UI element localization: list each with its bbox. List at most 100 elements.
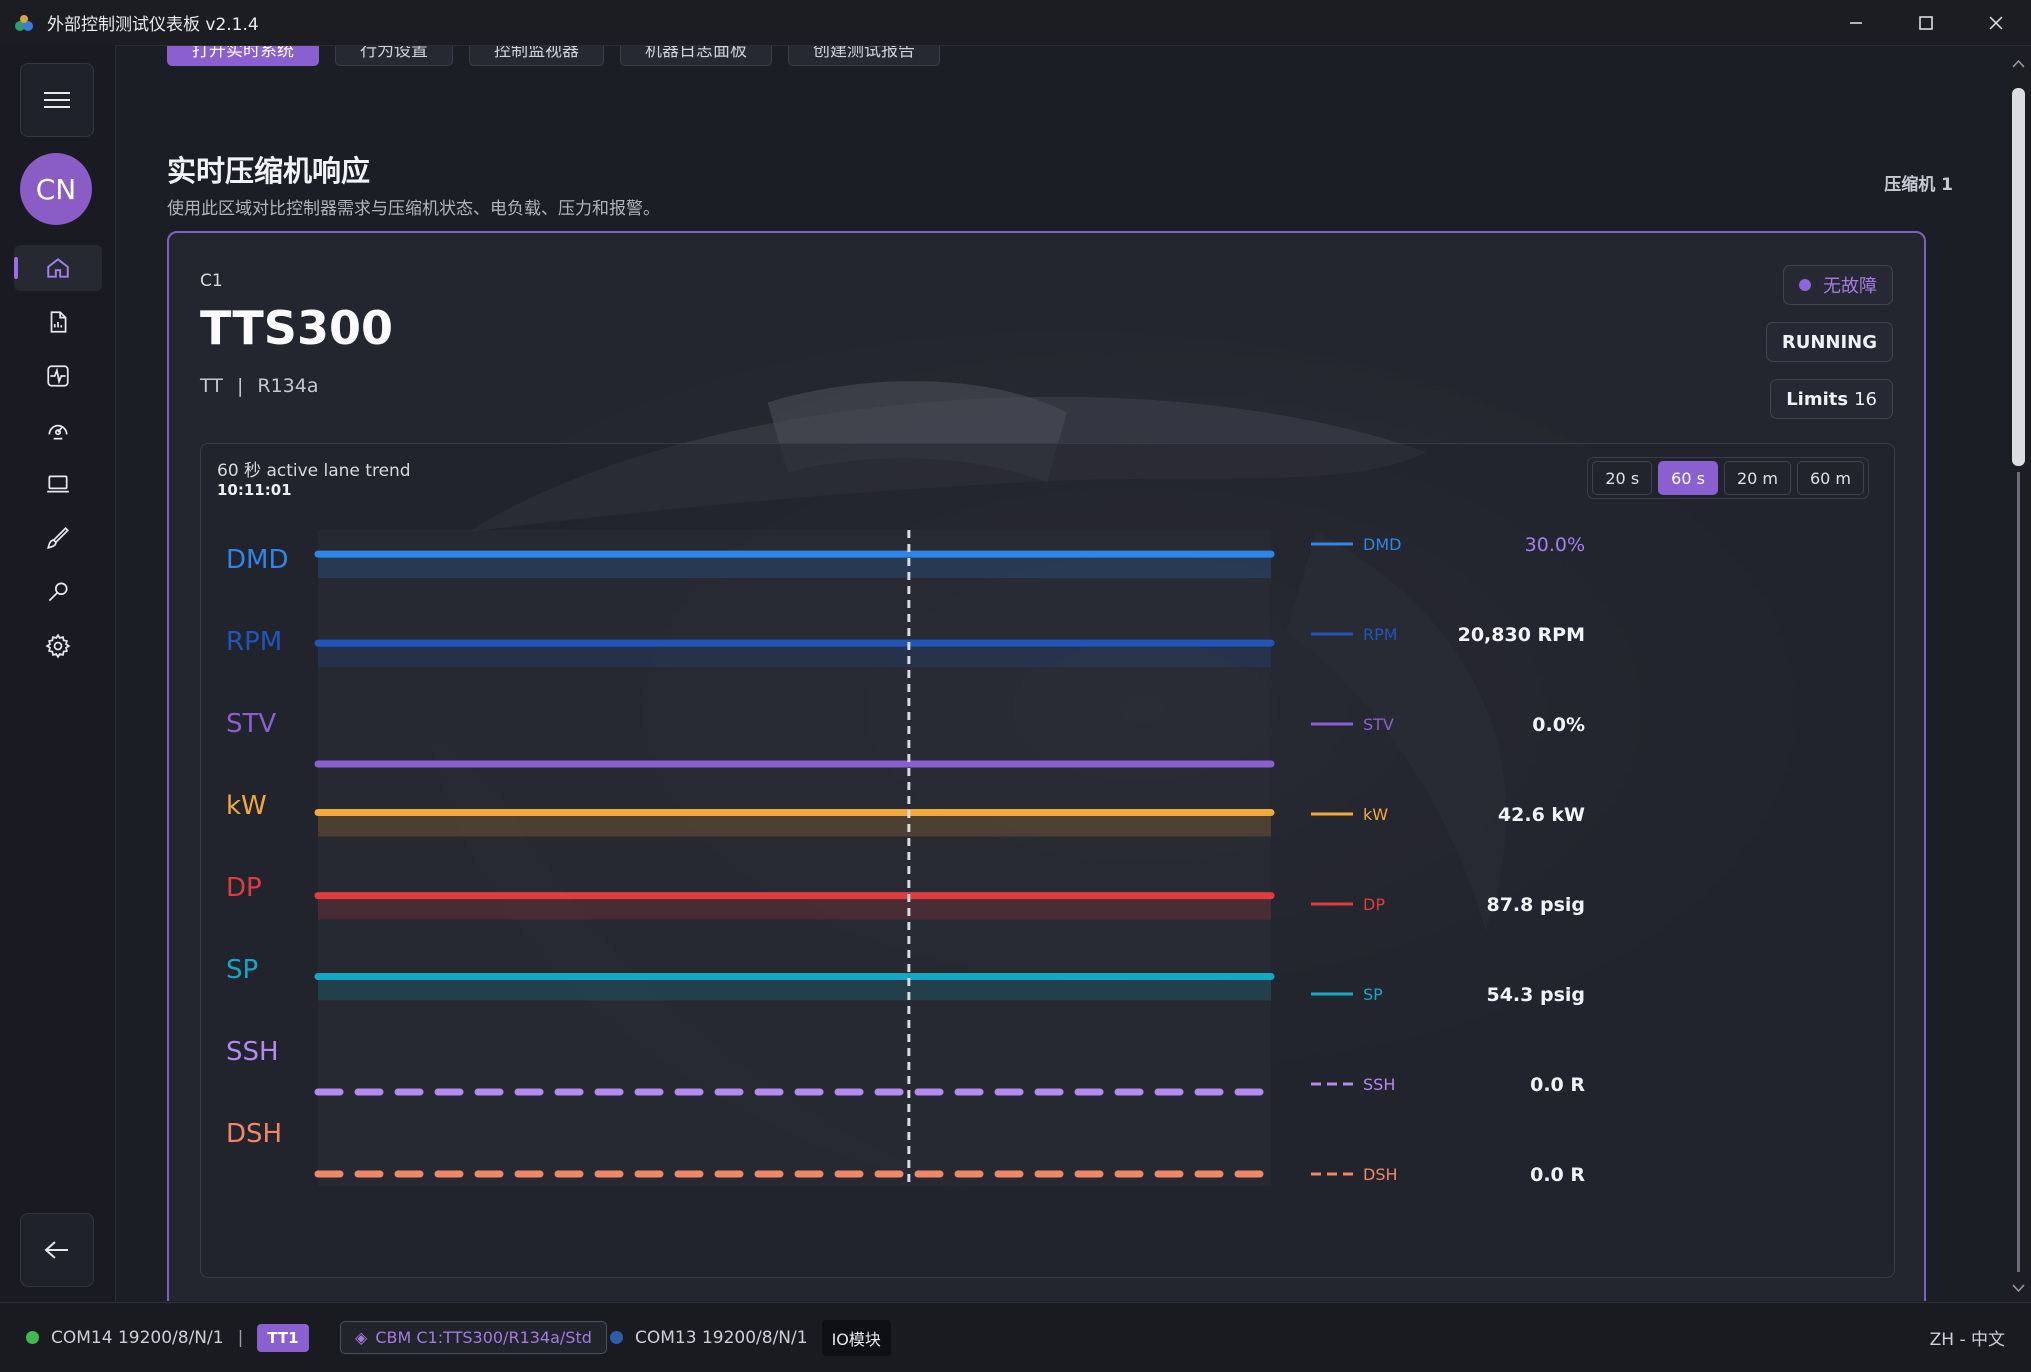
limits-label: Limits — [1786, 388, 1849, 410]
compressor-label: 压缩机 1 — [1884, 175, 1953, 195]
run-state-badge: RUNNING — [1765, 322, 1893, 362]
vertical-scrollbar[interactable] — [2006, 46, 2031, 1301]
main-content: 打开实时系统 行为设置 控制监视器 机器日志面板 创建测试报告 实时压缩机响应 … — [116, 46, 2006, 1301]
wrench-icon — [48, 582, 68, 602]
arrow-left-icon — [44, 1241, 68, 1259]
language-selector[interactable]: ZH - 中文 — [1930, 1303, 2005, 1372]
cbm-status: ◈ CBM C1:TTS300/R134a/Std — [340, 1303, 607, 1372]
port2-label: COM13 19200/8/N/1 — [635, 1327, 808, 1348]
legend-label-stv: STV — [1363, 715, 1394, 734]
create-report-button[interactable]: 创建测试报告 — [788, 46, 940, 66]
legend-label-dmd: DMD — [1363, 535, 1401, 554]
machine-log-button[interactable]: 机器日志面板 — [620, 46, 772, 66]
lane-label-rpm: RPM — [226, 627, 282, 657]
minimize-icon — [1850, 21, 1862, 24]
lane-trend-chart: DMD DMD 30.0% RPM RPM 20,830 RPM STV STV 0.0% kW k… — [226, 530, 1585, 1188]
open-realtime-button[interactable]: 打开实时系统 — [167, 46, 319, 66]
series-band-rpm — [318, 643, 1271, 668]
window-title: 外部控制测试仪表板 v2.1.4 — [47, 15, 259, 35]
scrollbar-track — [2017, 472, 2020, 1272]
activity-icon — [47, 365, 69, 387]
status-separator: | — [237, 1327, 244, 1348]
sidebar-item-settings[interactable] — [14, 623, 102, 669]
legend-label-ssh: SSH — [1363, 1075, 1395, 1094]
minimize-button[interactable] — [1821, 0, 1891, 45]
compressor-card: C1 TTS300 TT | R134a 无故障 RUNNING Limits … — [167, 231, 1926, 1301]
legend-label-dsh: DSH — [1363, 1165, 1398, 1184]
series-band-dmd — [318, 554, 1271, 579]
sidebar-item-gauge[interactable] — [14, 407, 102, 453]
tt1-badge[interactable]: TT1 — [257, 1323, 309, 1352]
lane-label-dsh: DSH — [226, 1119, 282, 1149]
legend-label-sp: SP — [1363, 985, 1383, 1004]
fault-status-label: 无故障 — [1823, 276, 1877, 297]
model-subtitle: TT | R134a — [200, 375, 319, 397]
io-module-badge[interactable]: IO模块 — [821, 1319, 891, 1356]
series-band-kw — [318, 812, 1271, 837]
sidebar-item-laptop[interactable] — [14, 461, 102, 507]
app-logo-icon — [13, 12, 35, 34]
laptop-icon — [47, 475, 69, 493]
lane-label-dp: DP — [226, 873, 262, 903]
scroll-up-icon — [2012, 59, 2025, 68]
maximize-icon — [1919, 15, 1933, 30]
maximize-button[interactable] — [1891, 0, 1961, 45]
model-type: TT — [200, 375, 223, 397]
sidebar: CN — [0, 45, 116, 1301]
report-icon — [50, 311, 67, 333]
close-button[interactable] — [1961, 0, 2031, 45]
control-monitor-button[interactable]: 控制监视器 — [469, 46, 604, 66]
section-title: 实时压缩机响应 — [167, 154, 371, 188]
lane-label-kw: kW — [226, 791, 267, 821]
limits-badge[interactable]: Limits 16 — [1770, 379, 1893, 419]
cbm-badge[interactable]: ◈ CBM C1:TTS300/R134a/Std — [340, 1321, 607, 1354]
refrigerant: R134a — [257, 375, 319, 397]
scroll-down-icon — [2012, 1284, 2025, 1293]
lane-label-sp: SP — [226, 955, 258, 985]
series-band-dp — [318, 895, 1271, 920]
port1-status: COM14 19200/8/N/1 | TT1 — [26, 1303, 309, 1372]
legend-value-stv: 0.0% — [1532, 714, 1585, 736]
sidebar-item-report[interactable] — [14, 299, 102, 345]
scrollbar-thumb[interactable] — [2012, 88, 2025, 466]
legend-value-dsh: 0.0 R — [1530, 1164, 1585, 1186]
hamburger-icon — [44, 92, 70, 108]
home-icon — [47, 258, 69, 278]
sidebar-item-home[interactable] — [14, 245, 102, 291]
model-separator: | — [236, 375, 244, 397]
port1-status-dot-icon — [26, 1331, 39, 1344]
fault-status-badge: 无故障 — [1783, 265, 1893, 305]
legend-value-dp: 87.8 psig — [1486, 894, 1585, 916]
close-icon — [1989, 15, 2003, 30]
status-bar: COM14 19200/8/N/1 | TT1 ◈ CBM C1:TTS300/R… — [0, 1302, 2031, 1372]
sidebar-item-tools[interactable] — [14, 569, 102, 615]
title-bar: 外部控制测试仪表板 v2.1.4 — [0, 0, 2031, 46]
behavior-settings-button[interactable]: 行为设置 — [335, 46, 453, 66]
trend-panel: 60 秒 active lane trend 10:11:01 20 s 60 … — [200, 443, 1895, 1278]
menu-button[interactable] — [20, 63, 94, 137]
sidebar-item-activity[interactable] — [14, 353, 102, 399]
gauge-icon — [48, 424, 68, 440]
diamond-icon: ◈ — [355, 1328, 368, 1347]
sidebar-item-brush[interactable] — [14, 515, 102, 561]
card-id: C1 — [200, 271, 223, 291]
lane-label-dmd: DMD — [226, 545, 288, 575]
legend-value-dmd: 30.0% — [1525, 534, 1585, 556]
avatar[interactable]: CN — [20, 153, 92, 225]
series-band-sp — [318, 976, 1271, 1001]
port2-status: COM13 19200/8/N/1 IO模块 — [610, 1303, 891, 1372]
lane-label-ssh: SSH — [226, 1037, 279, 1067]
port2-status-dot-icon — [610, 1331, 623, 1344]
status-dot-icon — [1799, 279, 1811, 291]
brush-icon — [47, 527, 69, 549]
legend-value-rpm: 20,830 RPM — [1458, 624, 1585, 646]
lane-label-stv: STV — [226, 709, 276, 739]
model-name: TTS300 — [200, 301, 393, 355]
port1-label: COM14 19200/8/N/1 — [51, 1327, 224, 1348]
legend-label-kw: kW — [1363, 805, 1388, 824]
gear-icon — [45, 633, 71, 659]
legend-value-kw: 42.6 kW — [1498, 804, 1585, 826]
cbm-label: CBM C1:TTS300/R134a/Std — [375, 1328, 592, 1347]
back-button[interactable] — [20, 1213, 94, 1287]
section-subtitle: 使用此区域对比控制器需求与压缩机状态、电负载、压力和报警。 — [167, 199, 660, 219]
